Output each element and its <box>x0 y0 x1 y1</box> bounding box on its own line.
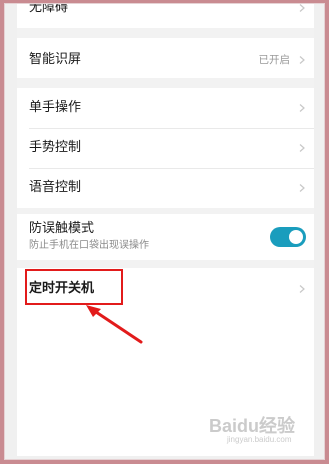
smart-screen-status: 已开启 <box>258 54 291 66</box>
group-accidental-touch: 防误触模式 防止手机在口袋出现误操作 <box>17 214 314 260</box>
accidental-touch-label: 防误触模式 <box>29 221 95 236</box>
chevron-right-icon <box>298 56 306 64</box>
smart-screen-label: 智能识屏 <box>29 52 82 67</box>
chevron-right-icon <box>298 4 306 12</box>
accidental-touch-description: 防止手机在口袋出现误操作 <box>29 240 149 251</box>
image-frame: 无障碍 智能识屏 已开启 单手操作 手势控制 语音控制 防误触模式 防止手机在口… <box>0 0 329 464</box>
group-smart-screen: 智能识屏 已开启 <box>17 38 314 78</box>
row-voice[interactable]: 语音控制 <box>17 168 314 208</box>
accidental-touch-toggle[interactable] <box>270 227 306 247</box>
settings-screen: 无障碍 智能识屏 已开启 单手操作 手势控制 语音控制 防误触模式 防止手机在口… <box>17 4 314 456</box>
chevron-right-icon <box>298 184 306 192</box>
group-controls: 单手操作 手势控制 语音控制 <box>17 88 314 208</box>
accessibility-label: 无障碍 <box>29 3 69 15</box>
row-one-hand[interactable]: 单手操作 <box>17 88 314 128</box>
frame-inner: 无障碍 智能识屏 已开启 单手操作 手势控制 语音控制 防误触模式 防止手机在口… <box>4 3 325 460</box>
one-hand-label: 单手操作 <box>29 100 82 115</box>
voice-label: 语音控制 <box>29 180 82 195</box>
chevron-right-icon <box>298 144 306 152</box>
row-accidental-touch[interactable]: 防误触模式 防止手机在口袋出现误操作 <box>17 214 314 260</box>
toggle-knob <box>289 230 303 244</box>
baidu-watermark: Baidu经验 jingyan.baidu.com <box>209 412 319 450</box>
annotation-arrow-icon <box>81 300 151 350</box>
group-accessibility: 无障碍 <box>17 4 314 28</box>
row-accessibility[interactable]: 无障碍 <box>17 3 314 28</box>
row-smart-screen[interactable]: 智能识屏 已开启 <box>17 38 314 78</box>
chevron-right-icon <box>298 285 306 293</box>
gesture-label: 手势控制 <box>29 140 82 155</box>
row-gesture[interactable]: 手势控制 <box>17 128 314 168</box>
chevron-right-icon <box>298 104 306 112</box>
watermark-subtext: jingyan.baidu.com <box>227 435 292 444</box>
